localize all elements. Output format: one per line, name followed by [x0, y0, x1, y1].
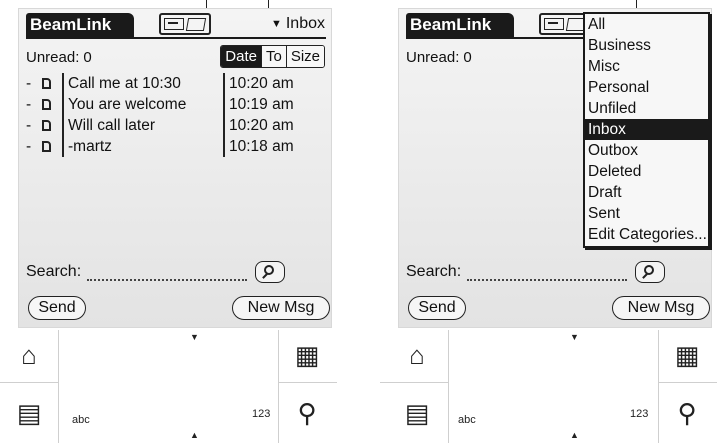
home-icon[interactable]: ⌂ — [12, 340, 46, 370]
home-icon[interactable]: ⌂ — [400, 340, 434, 370]
sort-control: Date To Size — [220, 45, 325, 68]
send-button[interactable]: Send — [28, 296, 86, 320]
divider — [380, 382, 448, 383]
message-doc-icon — [42, 99, 51, 110]
send-button[interactable]: Send — [408, 296, 466, 320]
calculator-icon[interactable]: ▦ — [670, 340, 704, 370]
category-dropdown-menu: All Business Misc Personal Unfiled Inbox… — [583, 12, 710, 248]
category-option-personal[interactable]: Personal — [585, 77, 708, 98]
category-option-inbox[interactable]: Inbox — [585, 119, 708, 140]
search-row: Search: — [26, 261, 286, 283]
divider-arrow-icon: ▼ — [570, 332, 579, 342]
message-time: 10:20 am — [229, 117, 294, 134]
divider-arrow-icon: ▼ — [190, 332, 199, 342]
message-doc-icon — [42, 120, 51, 131]
palm-device-inbox-view: BeamLink ▼ Inbox Unread: 0 Date To Size -… — [0, 0, 337, 443]
unread-label: Unread: — [26, 49, 80, 66]
message-flag: - — [26, 117, 32, 134]
search-button[interactable] — [635, 261, 666, 283]
unread-count: 0 — [83, 49, 92, 66]
message-doc-icon — [42, 78, 51, 89]
category-option-misc[interactable]: Misc — [585, 56, 708, 77]
search-input[interactable] — [87, 263, 248, 281]
message-time: 10:20 am — [229, 75, 294, 92]
menu-icon[interactable]: ▤ — [12, 398, 46, 428]
envelope-icon — [185, 17, 207, 31]
calculator-icon[interactable]: ▦ — [290, 340, 324, 370]
sort-to-button[interactable]: To — [260, 46, 286, 67]
message-list: - Call me at 10:30 10:20 am - You are we… — [26, 73, 326, 157]
new-msg-button[interactable]: New Msg — [612, 296, 710, 320]
message-time: 10:18 am — [229, 138, 294, 155]
graffiti-123-label: 123 — [630, 408, 649, 420]
category-option-all[interactable]: All — [585, 14, 708, 35]
unread-label: Unread: — [406, 49, 460, 66]
divider — [658, 330, 659, 443]
message-row[interactable]: - Call me at 10:30 10:20 am — [26, 73, 326, 94]
category-option-deleted[interactable]: Deleted — [585, 161, 708, 182]
new-msg-button[interactable]: New Msg — [232, 296, 330, 320]
unread-status: Unread: 0 — [406, 49, 472, 66]
divider — [278, 382, 337, 383]
search-button[interactable] — [255, 261, 286, 283]
divider — [658, 382, 717, 383]
app-title[interactable]: BeamLink — [406, 13, 514, 37]
message-time: 10:19 am — [229, 96, 294, 113]
search-input[interactable] — [467, 263, 628, 281]
message-doc-icon — [42, 141, 51, 152]
message-subject: You are welcome — [68, 96, 187, 113]
divider — [278, 330, 279, 443]
app-title[interactable]: BeamLink — [26, 13, 134, 37]
divider-arrow-icon: ▲ — [570, 430, 579, 440]
sort-date-button[interactable]: Date — [221, 46, 261, 67]
message-row[interactable]: - Will call later 10:20 am — [26, 115, 326, 136]
divider — [58, 330, 59, 443]
category-label: Inbox — [285, 15, 325, 32]
divider-arrow-icon: ▲ — [190, 430, 199, 440]
message-flag: - — [26, 96, 32, 113]
search-row: Search: — [406, 261, 666, 283]
category-option-sent[interactable]: Sent — [585, 203, 708, 224]
category-option-unfiled[interactable]: Unfiled — [585, 98, 708, 119]
message-flag: - — [26, 75, 32, 92]
graffiti-123-label: 123 — [252, 408, 271, 420]
message-subject: -martz — [68, 138, 112, 155]
graffiti-area: ⌂ ▦ ▤ ⚲ ▼ ▲ abc 123 — [380, 330, 717, 443]
category-picker[interactable]: ▼ Inbox — [271, 15, 325, 33]
search-label: Search: — [406, 263, 462, 280]
find-icon[interactable]: ⚲ — [290, 398, 324, 428]
message-row[interactable]: - You are welcome 10:19 am — [26, 94, 326, 115]
category-option-business[interactable]: Business — [585, 35, 708, 56]
message-subject: Call me at 10:30 — [68, 75, 181, 92]
sort-size-button[interactable]: Size — [285, 46, 324, 67]
menu-icon[interactable]: ▤ — [400, 398, 434, 428]
title-rule — [26, 37, 326, 39]
find-icon[interactable]: ⚲ — [670, 398, 704, 428]
category-option-outbox[interactable]: Outbox — [585, 140, 708, 161]
unread-status: Unread: 0 — [26, 49, 92, 66]
message-subject: Will call later — [68, 117, 155, 134]
divider — [0, 382, 58, 383]
beam-icons[interactable] — [159, 13, 211, 35]
dropdown-arrow-icon: ▼ — [270, 18, 282, 30]
card-icon — [164, 18, 184, 30]
card-icon — [544, 18, 564, 30]
divider — [448, 330, 449, 443]
category-option-edit-categories[interactable]: Edit Categories... — [585, 224, 708, 245]
category-option-draft[interactable]: Draft — [585, 182, 708, 203]
graffiti-abc-label: abc — [72, 414, 90, 426]
message-flag: - — [26, 138, 32, 155]
graffiti-abc-label: abc — [458, 414, 476, 426]
graffiti-area: ⌂ ▦ ▤ ⚲ ▼ ▲ abc 123 — [0, 330, 337, 443]
unread-count: 0 — [463, 49, 472, 66]
message-row[interactable]: - -martz 10:18 am — [26, 136, 326, 157]
screen: BeamLink ▼ Inbox Unread: 0 Date To Size -… — [18, 8, 332, 328]
search-label: Search: — [26, 263, 82, 280]
